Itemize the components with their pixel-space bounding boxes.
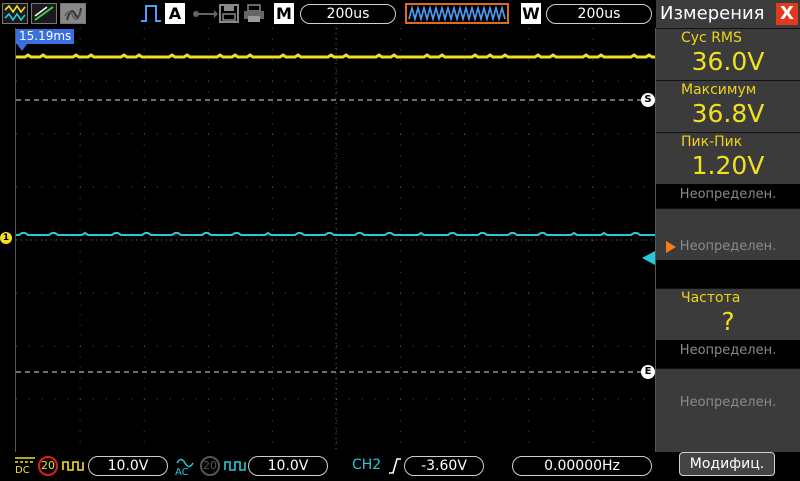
cursor-s-label[interactable]: S bbox=[641, 93, 655, 107]
svg-text:AC: AC bbox=[175, 467, 189, 477]
waveform-auto-icon[interactable] bbox=[2, 3, 28, 24]
measurement-slot-1[interactable]: Cyc RMS 36.0V bbox=[656, 28, 800, 80]
status-bar: DC 20 10.0V AC AC 20 10.0V CH2 -3.60V 0.… bbox=[0, 452, 656, 480]
top-toolbar: A M 200us W 200us bbox=[0, 0, 656, 28]
measurement-slot-5[interactable]: Частота ? Неопределен. bbox=[656, 288, 800, 358]
menu-button[interactable]: M bbox=[274, 3, 294, 24]
trigger-mode-indicator[interactable]: A bbox=[165, 3, 185, 24]
ch2-waveform-icon bbox=[224, 458, 246, 478]
ch1-bw-limit-label: 20 bbox=[41, 459, 55, 472]
trigger-level-arrow[interactable] bbox=[642, 251, 655, 265]
trigger-source-label[interactable]: CH2 bbox=[352, 457, 381, 473]
measurement-undefined: Неопределен. bbox=[679, 343, 777, 358]
measurement-slot-6[interactable]: Неопределен. bbox=[656, 368, 800, 452]
measurement-slot-2[interactable]: Максимум 36.8V bbox=[656, 80, 800, 132]
measurement-value: ? bbox=[721, 307, 735, 336]
graticule bbox=[16, 28, 657, 452]
usb-icon bbox=[192, 3, 218, 24]
measurements-panel: Измерения X Cyc RMS 36.0V Максимум 36.8V… bbox=[656, 0, 800, 480]
measurement-label: Максимум bbox=[681, 82, 757, 98]
measurement-label: Cyc RMS bbox=[681, 30, 742, 46]
measurement-undefined: Неопределен. bbox=[679, 239, 777, 254]
ch2-scale-display[interactable]: 10.0V bbox=[248, 456, 328, 476]
ch1-trace bbox=[16, 53, 655, 59]
trigger-time-marker[interactable]: 15.19ms bbox=[16, 29, 75, 44]
measurement-value: 36.8V bbox=[691, 99, 765, 128]
close-icon: X bbox=[780, 3, 794, 24]
measurement-label: Пик-Пик bbox=[681, 134, 743, 150]
save-icon[interactable] bbox=[218, 3, 240, 24]
modify-button[interactable]: Модифиц. bbox=[679, 452, 775, 476]
ch1-coupling-label: DC bbox=[15, 465, 30, 476]
measurement-value: 1.20V bbox=[691, 151, 765, 180]
ch1-level-marker[interactable]: 1 bbox=[0, 232, 12, 244]
ch1-waveform-icon bbox=[62, 458, 84, 478]
measurement-undefined: Неопределен. bbox=[679, 187, 777, 202]
panel-header: Измерения X bbox=[656, 0, 800, 28]
ch1-coupling-indicator[interactable]: DC bbox=[14, 455, 36, 477]
measurement-slot-4[interactable]: Неопределен. bbox=[656, 208, 800, 260]
cursor-e-label[interactable]: E bbox=[641, 365, 655, 379]
print-icon[interactable] bbox=[242, 3, 266, 24]
frequency-counter-display: 0.00000Hz bbox=[512, 456, 652, 476]
close-button[interactable]: X bbox=[776, 3, 798, 25]
rising-edge-icon[interactable] bbox=[388, 457, 402, 479]
ch1-bw-limit-icon[interactable]: 20 bbox=[38, 456, 58, 476]
panel-title: Измерения bbox=[660, 3, 765, 24]
timebase-display[interactable]: 200us bbox=[300, 4, 396, 24]
ch2-bw-limit-label: 20 bbox=[203, 459, 217, 472]
measurement-slot-3[interactable]: Пик-Пик 1.20V Неопределен. bbox=[656, 132, 800, 202]
ch1-scale-display[interactable]: 10.0V bbox=[88, 456, 168, 476]
waveform-window-icon[interactable] bbox=[405, 3, 509, 24]
window-button[interactable]: W bbox=[521, 3, 541, 24]
line-display-icon[interactable] bbox=[31, 3, 57, 24]
ch2-coupling-indicator[interactable]: AC AC bbox=[174, 455, 196, 478]
trigger-level-display[interactable]: -3.60V bbox=[404, 456, 484, 476]
trigger-position-arrow[interactable] bbox=[17, 44, 27, 51]
ch2-bw-limit-icon[interactable]: 20 bbox=[200, 456, 220, 476]
trigger-time-label: 15.19ms bbox=[19, 29, 72, 43]
measurement-label: Частота bbox=[681, 290, 741, 306]
window-timebase-display[interactable]: 200us bbox=[546, 4, 652, 24]
measurement-value: 36.0V bbox=[691, 47, 765, 76]
pulse-trigger-icon[interactable] bbox=[140, 3, 162, 24]
measurement-undefined: Неопределен. bbox=[679, 395, 777, 410]
waveform-screen[interactable] bbox=[15, 28, 657, 452]
persistence-icon[interactable] bbox=[60, 3, 86, 24]
